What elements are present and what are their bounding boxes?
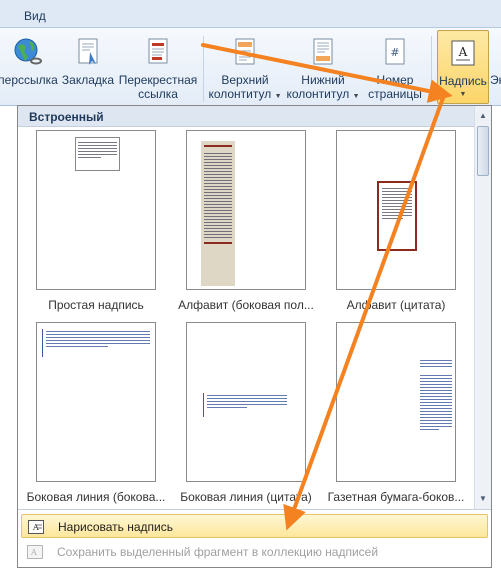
- item-caption: Боковая линия (бокова...: [26, 490, 166, 504]
- save-selection-menu-item[interactable]: A Сохранить выделенный фрагмент в коллек…: [21, 540, 488, 564]
- bookmark-button[interactable]: Закладка: [60, 30, 116, 104]
- textbox-preview: [75, 137, 120, 171]
- section-title: Встроенный: [18, 106, 474, 127]
- scroll-up-icon[interactable]: ▲: [476, 108, 490, 124]
- draw-textbox-icon: A: [28, 520, 44, 534]
- newsprint-preview: [419, 357, 453, 477]
- sideline-preview: [42, 329, 150, 357]
- thumbnail: [36, 322, 156, 482]
- ribbon-tab-bar: Вид: [0, 0, 501, 28]
- textbox-gallery: Встроенный ▲ ▼ Простая надпись Алфавит (…: [17, 105, 492, 568]
- header-label: Верхний колонтитул ▼: [208, 73, 282, 101]
- dropdown-arrow-icon: ▼: [352, 93, 360, 100]
- tab-view[interactable]: Вид: [24, 9, 46, 23]
- sideline-quote-preview: [203, 393, 287, 417]
- sidebar-preview: [201, 141, 235, 286]
- dropdown-arrow-icon: ▼: [274, 93, 282, 100]
- page-number-icon: #: [385, 38, 405, 65]
- gallery-item-sideline-sidebar[interactable]: Боковая линия (бокова...: [21, 322, 171, 510]
- gallery-scrollbar[interactable]: ▲ ▼: [474, 106, 491, 509]
- page-number-label: Номер страницы: [368, 73, 422, 101]
- gallery-item-sideline-quote[interactable]: Боковая линия (цитата): [171, 322, 321, 510]
- thumbnail: [186, 322, 306, 482]
- header-icon: [235, 38, 255, 65]
- gallery-item-simple[interactable]: Простая надпись: [21, 130, 171, 318]
- item-caption: Алфавит (цитата): [346, 298, 446, 312]
- scroll-down-icon[interactable]: ▼: [476, 491, 490, 507]
- hyperlink-button[interactable]: перссылка: [0, 30, 60, 104]
- draw-textbox-menu-item[interactable]: A Нарисовать надпись: [21, 514, 488, 538]
- bookmark-icon: [78, 38, 98, 65]
- footer-icon: [313, 38, 333, 65]
- gallery-item-newsprint-sidebar[interactable]: Газетная бумага-боков...: [321, 322, 471, 510]
- ribbon-separator: [431, 36, 432, 102]
- item-caption: Алфавит (боковая пол...: [178, 298, 314, 312]
- textbox-icon: A: [451, 40, 475, 66]
- express-blocks-button[interactable]: Эк: [490, 30, 501, 104]
- svg-text:#: #: [390, 46, 399, 59]
- ribbon: перссылка Закладка Перекрестная ссылка В…: [0, 28, 501, 106]
- item-caption: Простая надпись: [48, 298, 144, 312]
- item-caption: Боковая линия (цитата): [180, 490, 312, 504]
- item-caption: Газетная бумага-боков...: [327, 490, 465, 504]
- save-selection-icon: A: [27, 545, 43, 559]
- footer-label: Нижний колонтитул ▼: [286, 73, 360, 101]
- textbox-label: Надпись ▼: [438, 74, 488, 102]
- thumbnail: [336, 130, 456, 290]
- bookmark-label: Закладка: [61, 73, 115, 87]
- cross-reference-button[interactable]: Перекрестная ссылка: [116, 30, 200, 104]
- svg-text:A: A: [458, 45, 468, 59]
- gallery-item-alphabet-quote[interactable]: Алфавит (цитата): [321, 130, 471, 318]
- cross-reference-icon: [148, 38, 168, 64]
- quote-preview: [377, 181, 417, 251]
- svg-text:A: A: [30, 548, 37, 557]
- page-number-button[interactable]: # Номер страницы: [363, 30, 427, 104]
- thumbnail: [336, 322, 456, 482]
- save-selection-label: Сохранить выделенный фрагмент в коллекци…: [57, 545, 379, 559]
- header-button[interactable]: Верхний колонтитул ▼: [207, 30, 283, 104]
- scroll-thumb[interactable]: [477, 126, 489, 176]
- hyperlink-label: перссылка: [0, 73, 58, 87]
- dropdown-arrow-icon: ▼: [459, 91, 467, 98]
- thumbnail: [186, 130, 306, 290]
- thumbnail: [36, 130, 156, 290]
- gallery-item-alphabet-sidebar[interactable]: Алфавит (боковая пол...: [171, 130, 321, 318]
- cross-reference-label: Перекрестная ссылка: [118, 73, 198, 101]
- draw-textbox-label: Нарисовать надпись: [58, 520, 174, 534]
- menu-separator: [18, 509, 491, 510]
- footer-button[interactable]: Нижний колонтитул ▼: [285, 30, 361, 104]
- ribbon-separator: [203, 36, 204, 102]
- textbox-button[interactable]: A Надпись ▼: [437, 30, 489, 104]
- globe-link-icon: [14, 38, 42, 65]
